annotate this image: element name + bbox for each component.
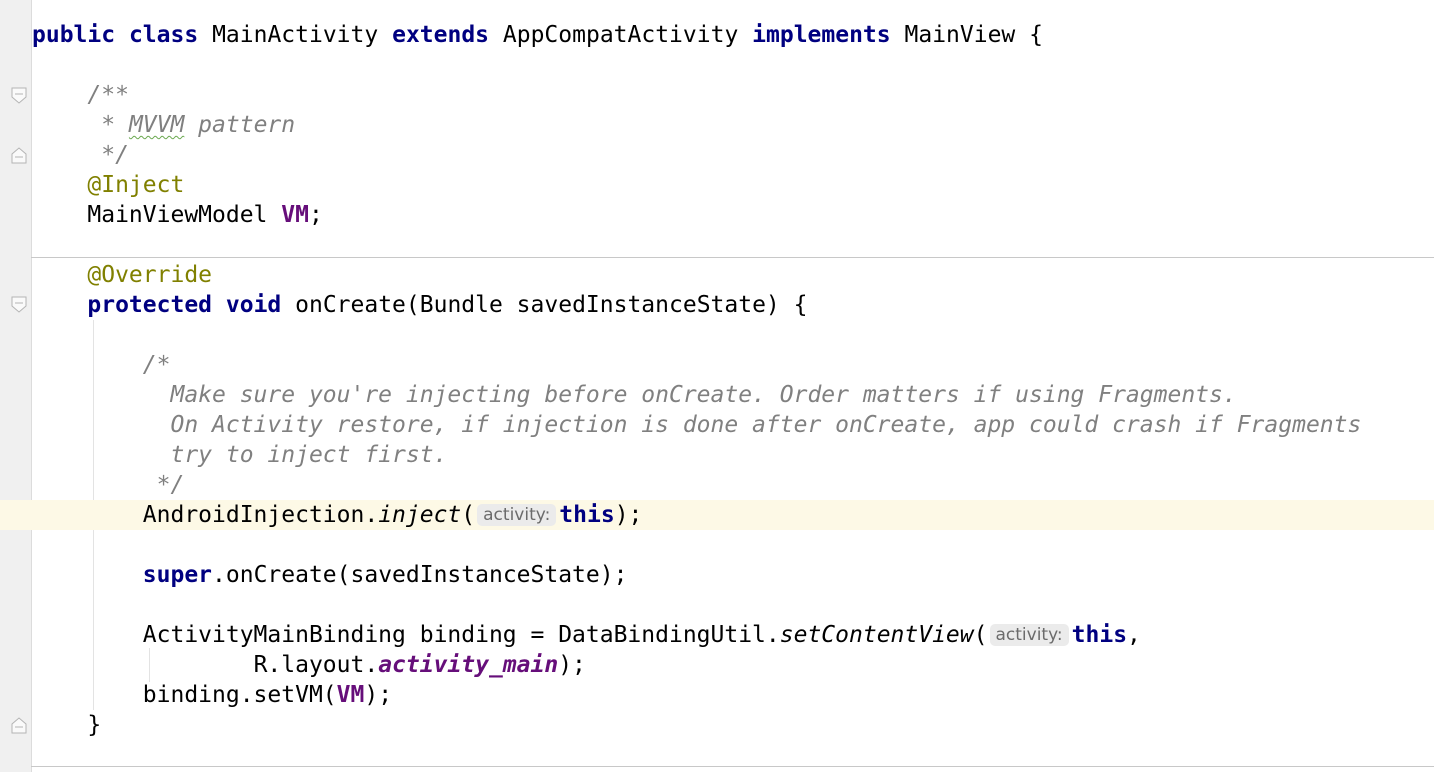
method-separator (31, 257, 1434, 258)
annotation: @Inject (87, 172, 185, 198)
code-line-comment[interactable]: Make sure you're injecting before onCrea… (32, 380, 1237, 410)
comment: /* (142, 352, 171, 378)
class-ref: R.layout. (253, 652, 379, 678)
type-name: MainViewModel (87, 202, 268, 228)
method-separator (31, 766, 1434, 767)
fold-collapse-icon[interactable] (11, 87, 27, 105)
fold-collapse-icon[interactable] (11, 296, 27, 314)
method-call: .onCreate(savedInstanceState); (212, 562, 628, 588)
punctuation: ( (973, 622, 988, 648)
comment: /** (87, 82, 129, 108)
code-line-annotation-override[interactable]: @Override (32, 260, 212, 290)
keyword: super (142, 562, 213, 588)
code-line-comment[interactable]: try to inject first. (32, 440, 447, 470)
code-line-comment-close[interactable]: */ (32, 470, 185, 500)
comment: */ (142, 472, 185, 498)
class-ref: AndroidInjection. (142, 502, 379, 528)
brace: { (1029, 22, 1043, 48)
code-line-setvm[interactable]: binding.setVM(VM); (32, 680, 392, 710)
comment: */ (87, 142, 129, 168)
static-method: inject (378, 502, 462, 528)
spelling-warning: MVVM (128, 112, 185, 138)
parameter-hint: activity: (989, 624, 1069, 646)
code-line-comment-open[interactable]: /* (32, 350, 171, 380)
brace: } (87, 712, 102, 738)
method-signature: onCreate(Bundle savedInstanceState) { (295, 292, 808, 318)
field-name: VM (336, 682, 365, 708)
code-line-field-decl[interactable]: MainViewModel VM; (32, 200, 323, 230)
keyword: this (559, 502, 615, 528)
keyword: extends (392, 22, 490, 48)
code-line-javadoc-body[interactable]: * MVVM pattern (32, 110, 295, 140)
code-line-close-brace[interactable]: } (32, 710, 101, 740)
code-line-method-decl[interactable]: protected void onCreate(Bundle savedInst… (32, 290, 807, 320)
fold-end-icon[interactable] (11, 146, 27, 164)
punctuation: ); (558, 652, 586, 678)
method-call: binding.setVM( (142, 682, 337, 708)
editor-gutter (0, 0, 32, 772)
code-line-annotation-inject[interactable]: @Inject (32, 170, 184, 200)
comment: try to inject first. (142, 442, 448, 468)
annotation: @Override (87, 262, 213, 288)
code-line-super-call[interactable]: super.onCreate(savedInstanceState); (32, 560, 628, 590)
punctuation: , (1127, 622, 1141, 648)
code-line-javadoc-open[interactable]: /** (32, 80, 129, 110)
code-line-class-decl[interactable]: public class MainActivity extends AppCom… (32, 20, 1043, 50)
field-name: VM (281, 202, 309, 228)
keyword: public (32, 22, 116, 48)
variable-decl: ActivityMainBinding binding = DataBindin… (142, 622, 780, 648)
static-method: setContentView (779, 622, 974, 648)
code-line-binding-continuation[interactable]: R.layout.activity_main); (32, 650, 586, 680)
punctuation: ); (364, 682, 393, 708)
keyword: this (1071, 622, 1128, 648)
comment: * (87, 112, 129, 138)
super-class: AppCompatActivity (502, 22, 739, 48)
punctuation: ); (614, 502, 643, 528)
punctuation: ( (461, 502, 476, 528)
interface-name: MainView (904, 22, 1016, 48)
code-line-comment[interactable]: On Activity restore, if injection is don… (32, 410, 1361, 440)
class-name: MainActivity (212, 22, 379, 48)
keyword: class (128, 22, 199, 48)
code-line-binding-decl[interactable]: ActivityMainBinding binding = DataBindin… (32, 620, 1141, 650)
keyword: implements (752, 22, 891, 48)
keyword: void (225, 292, 282, 318)
comment: Make sure you're injecting before onCrea… (142, 382, 1237, 408)
fold-end-icon[interactable] (11, 716, 27, 734)
comment: On Activity restore, if injection is don… (142, 412, 1362, 438)
keyword: protected (87, 292, 213, 318)
parameter-hint: activity: (477, 504, 557, 526)
punctuation: ; (308, 202, 323, 228)
code-line-inject-call[interactable]: AndroidInjection.inject(activity: this); (32, 500, 643, 530)
comment: pattern (184, 112, 296, 138)
code-line-javadoc-close[interactable]: */ (32, 140, 129, 170)
static-field: activity_main (378, 652, 559, 678)
